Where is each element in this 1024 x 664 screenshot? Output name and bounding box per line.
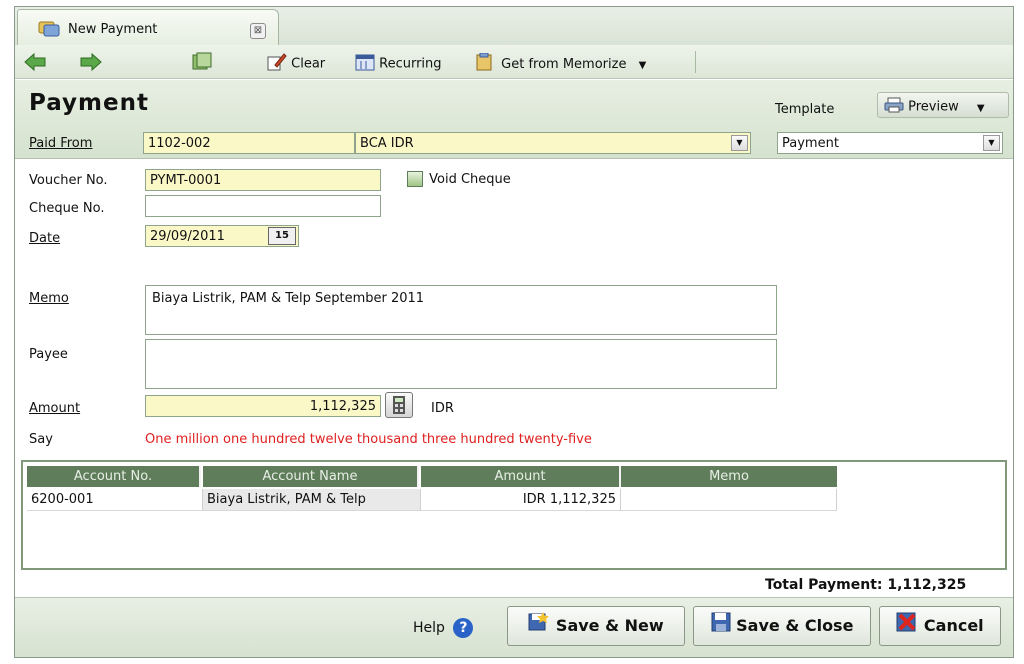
void-cheque-checkbox[interactable]: Void Cheque <box>407 171 511 187</box>
cancel-label: Cancel <box>923 616 984 635</box>
say-value: One million one hundred twelve thousand … <box>145 432 592 447</box>
column-header-account-no[interactable]: Account No. <box>27 466 201 487</box>
cell-amount[interactable]: IDR 1,112,325 <box>421 489 621 511</box>
save-icon <box>711 608 731 646</box>
date-picker-icon[interactable]: 15 <box>268 227 296 245</box>
amount-label: Amount <box>29 401 81 416</box>
account-grid: Account No. Account Name Amount Memo 620… <box>21 460 1007 570</box>
page-title: Payment <box>29 90 149 116</box>
calculator-icon[interactable] <box>385 392 413 418</box>
cancel-button[interactable]: Cancel <box>879 606 1001 646</box>
save-close-label: Save & Close <box>736 616 854 635</box>
back-arrow-icon[interactable] <box>23 52 47 76</box>
paid-from-bank-value: BCA IDR <box>360 136 414 151</box>
paid-from-account-field[interactable]: 1102-002 <box>143 132 355 154</box>
paid-from-label: Paid From <box>29 136 93 151</box>
preview-dropdown-icon[interactable]: ▼ <box>977 103 985 114</box>
column-header-account-name[interactable]: Account Name <box>203 466 419 487</box>
toolbar: Clear Recurring Get from Memorize ▼ <box>15 45 1013 79</box>
chevron-down-icon[interactable]: ▼ <box>983 135 1000 151</box>
chevron-down-icon[interactable]: ▼ <box>731 135 748 151</box>
recurring-label: Recurring <box>379 56 442 72</box>
cell-memo[interactable] <box>621 489 837 511</box>
template-value: Payment <box>782 136 839 151</box>
clear-button[interactable]: Clear <box>267 53 325 75</box>
cancel-icon <box>896 608 918 646</box>
template-select[interactable]: Payment ▼ <box>777 132 1003 154</box>
cheque-field[interactable] <box>145 195 381 217</box>
voucher-field[interactable]: PYMT-0001 <box>145 169 381 191</box>
column-header-amount[interactable]: Amount <box>421 466 621 487</box>
total-payment: Total Payment: 1,112,325 <box>765 577 967 593</box>
eraser-icon <box>267 53 287 75</box>
voucher-label: Voucher No. <box>29 173 108 188</box>
tab-bar: New Payment ⊠ <box>15 7 1013 47</box>
chevron-down-icon[interactable]: ▼ <box>639 60 647 71</box>
tab-new-payment[interactable]: New Payment ⊠ <box>17 9 279 47</box>
refresh-icon[interactable] <box>191 52 213 76</box>
calendar-icon <box>355 53 375 75</box>
date-field[interactable]: 29/09/2011 15 <box>145 225 299 247</box>
recurring-button[interactable]: Recurring <box>355 53 442 75</box>
template-label: Template <box>775 102 835 117</box>
payment-header: Payment Template Preview ▼ Paid From 110… <box>15 80 1013 159</box>
get-from-memorize-button[interactable]: Get from Memorize ▼ <box>475 52 647 75</box>
cell-account-name[interactable]: Biaya Listrik, PAM & Telp <box>203 489 421 511</box>
help-icon: ? <box>453 618 474 638</box>
help-button[interactable]: Help ? <box>413 618 474 638</box>
save-new-label: Save & New <box>555 616 664 635</box>
close-tab-icon[interactable]: ⊠ <box>250 23 266 39</box>
save-new-icon <box>528 608 550 646</box>
printer-icon <box>884 97 904 117</box>
say-label: Say <box>29 432 53 447</box>
tab-label: New Payment <box>68 22 158 37</box>
toolbar-divider <box>695 51 696 73</box>
preview-button[interactable]: Preview ▼ <box>877 92 1009 118</box>
amount-field[interactable]: 1,112,325 <box>145 395 381 417</box>
save-and-new-button[interactable]: Save & New <box>507 606 685 646</box>
forward-arrow-icon[interactable] <box>79 52 103 76</box>
payment-window: New Payment ⊠ Clear Recurring Get from M… <box>14 6 1014 658</box>
column-header-memo[interactable]: Memo <box>621 466 837 487</box>
clear-label: Clear <box>291 56 326 72</box>
clipboard-icon <box>475 52 493 75</box>
paid-from-bank-combo[interactable]: BCA IDR ▼ <box>355 132 751 154</box>
memorize-label: Get from Memorize <box>501 56 627 72</box>
date-value: 29/09/2011 <box>150 229 225 244</box>
cell-account-no[interactable]: 6200-001 <box>27 489 203 511</box>
footer-bar: Help ? Save & New Save & Close Cancel <box>15 597 1013 657</box>
payee-label: Payee <box>29 347 68 362</box>
help-label: Help <box>413 620 445 636</box>
memo-field[interactable]: Biaya Listrik, PAM & Telp September 2011 <box>145 285 777 335</box>
payee-field[interactable] <box>145 339 777 389</box>
payment-tab-icon <box>38 19 60 41</box>
date-label: Date <box>29 231 61 246</box>
checkbox-icon <box>407 171 423 187</box>
preview-label: Preview <box>908 99 959 115</box>
cheque-label: Cheque No. <box>29 201 105 216</box>
currency-label: IDR <box>431 401 454 416</box>
save-and-close-button[interactable]: Save & Close <box>693 606 871 646</box>
memo-label: Memo <box>29 291 69 306</box>
void-cheque-label: Void Cheque <box>429 171 511 187</box>
